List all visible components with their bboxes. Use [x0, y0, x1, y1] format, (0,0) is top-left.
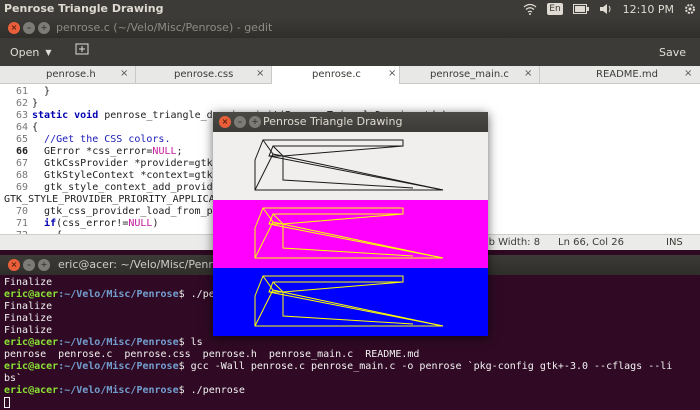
close-tab-icon[interactable]: ×: [524, 68, 532, 79]
penrose-triangle-drawing: [254, 207, 444, 259]
chevron-down-icon: ▼: [45, 47, 52, 57]
tab-penrose-c[interactable]: penrose.c ×: [272, 66, 400, 84]
penrose-drawing-band-2: [213, 200, 488, 268]
terminal-cursor: [4, 397, 10, 408]
tab-penrose-h[interactable]: penrose.h ×: [0, 66, 136, 84]
minimize-icon[interactable]: –: [234, 116, 246, 128]
terminal-line: eric@acer:~/Velo/Misc/Penrose$ ./penrose: [4, 385, 245, 396]
penrose-window-controls: × – +: [219, 116, 261, 128]
save-button[interactable]: Save: [659, 46, 686, 59]
terminal-line: penrose penrose.c penrose.css penrose.h …: [4, 349, 420, 360]
close-icon[interactable]: ×: [8, 22, 20, 34]
terminal-title: eric@acer: ~/Velo/Misc/Penrose: [58, 258, 232, 271]
terminal-window-controls: × – +: [8, 259, 50, 271]
terminal-line: [4, 397, 696, 409]
minimize-icon[interactable]: –: [23, 22, 35, 34]
penrose-triangle-drawing: [254, 139, 444, 191]
terminal-line: bs`: [4, 373, 23, 384]
gedit-title: penrose.c (~/Velo/Misc/Penrose) - gedit: [56, 21, 273, 34]
close-icon[interactable]: ×: [8, 259, 20, 271]
volume-icon[interactable]: [599, 3, 613, 15]
close-tab-icon[interactable]: ×: [120, 68, 128, 79]
clock[interactable]: 12:10 PM: [623, 3, 674, 16]
close-icon[interactable]: ×: [219, 116, 231, 128]
gedit-window-controls: × – +: [8, 22, 50, 34]
document-tabs: penrose.h × penrose.css × penrose.c × pe…: [0, 66, 700, 84]
maximize-icon[interactable]: +: [249, 116, 261, 128]
close-tab-icon[interactable]: ×: [256, 68, 264, 79]
close-tab-icon[interactable]: ×: [388, 68, 396, 79]
penrose-title: Penrose Triangle Drawing: [263, 115, 403, 128]
terminal-line: eric@acer:~/Velo/Misc/Penrose$ gcc -Wall…: [4, 361, 673, 372]
penrose-drawing-band-1: [213, 132, 488, 200]
penrose-drawing-band-3: [213, 268, 488, 336]
penrose-triangle-drawing: [254, 275, 444, 327]
minimize-icon[interactable]: –: [23, 259, 35, 271]
cursor-position[interactable]: Ln 66, Col 26: [558, 237, 624, 248]
open-button[interactable]: Open ▼: [10, 43, 52, 61]
active-app-title: Penrose Triangle Drawing: [4, 2, 164, 15]
close-tab-icon[interactable]: ×: [684, 68, 692, 79]
penrose-titlebar[interactable]: × – + Penrose Triangle Drawing: [213, 112, 488, 132]
tab-penrose-main-c[interactable]: penrose_main.c ×: [400, 66, 540, 84]
tab-penrose-css[interactable]: penrose.css ×: [136, 66, 272, 84]
maximize-icon[interactable]: +: [38, 259, 50, 271]
battery-icon[interactable]: [572, 4, 589, 14]
system-tray: En 12:10 PM: [523, 1, 696, 17]
gedit-toolbar: Open ▼ Save: [0, 38, 700, 66]
top-panel: Penrose Triangle Drawing En 12:10 PM: [0, 0, 700, 18]
tab-readme-md[interactable]: README.md ×: [540, 66, 700, 84]
open-label: Open: [10, 45, 40, 59]
insert-mode: INS: [666, 237, 683, 248]
system-gear-icon[interactable]: [684, 3, 696, 15]
gedit-titlebar[interactable]: × – + penrose.c (~/Velo/Misc/Penrose) - …: [0, 18, 700, 38]
keyboard-layout-icon[interactable]: En: [547, 3, 563, 15]
code-line: 62}: [15, 98, 39, 109]
code-line: 61 }: [15, 86, 51, 97]
maximize-icon[interactable]: +: [38, 22, 50, 34]
penrose-window: × – + Penrose Triangle Drawing: [213, 112, 488, 336]
new-document-icon[interactable]: [74, 43, 90, 59]
wifi-icon[interactable]: [523, 3, 537, 15]
terminal-line: eric@acer:~/Velo/Misc/Penrose$ ls: [4, 337, 203, 348]
